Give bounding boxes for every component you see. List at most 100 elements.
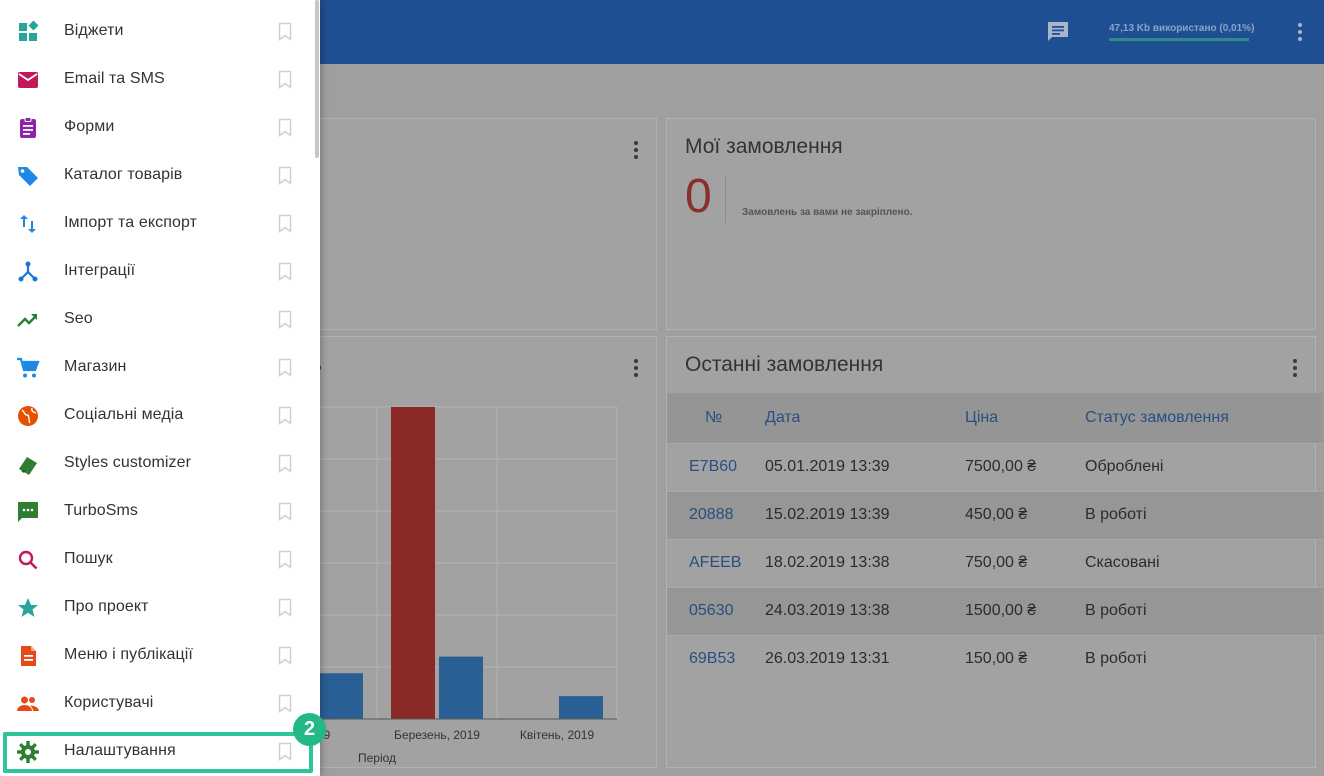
divider bbox=[725, 175, 726, 223]
chart-bar[interactable] bbox=[439, 656, 483, 719]
chart-bar[interactable] bbox=[319, 673, 363, 719]
drawer-item-tag[interactable]: Каталог товарів bbox=[0, 152, 314, 200]
drawer-item-label: Каталог товарів bbox=[64, 166, 183, 183]
drawer-item-label: Email та SMS bbox=[64, 70, 165, 87]
paint-icon bbox=[19, 457, 37, 475]
chart-card: ь 2019Березень, 2019Квітень, 2019Період bbox=[300, 336, 657, 768]
drawer-item-label: TurboSms bbox=[64, 502, 139, 519]
drawer-item-cart[interactable]: Магазин bbox=[0, 344, 314, 392]
column-header-number[interactable]: № bbox=[667, 393, 765, 443]
drawer-item-search[interactable]: Пошук bbox=[0, 536, 314, 584]
more-vert-icon[interactable] bbox=[1293, 22, 1307, 42]
drawer-item-paint[interactable]: Styles customizer bbox=[0, 440, 314, 488]
drawer-item-import-export[interactable]: Імпорт та експорт bbox=[0, 200, 314, 248]
search-icon bbox=[18, 550, 38, 570]
mail-icon bbox=[18, 72, 38, 88]
storage-usage-text: 47,13 Kb використано (0,01%) bbox=[1109, 23, 1255, 34]
order-status: В роботі bbox=[1085, 634, 1323, 683]
drawer-item-widgets[interactable]: Віджети bbox=[0, 8, 314, 56]
bookmark-icon[interactable] bbox=[278, 694, 292, 713]
drawer-item-label: Форми bbox=[64, 118, 115, 135]
drawer-item-integrations[interactable]: Інтеграції bbox=[0, 248, 314, 296]
tag-icon bbox=[18, 167, 38, 186]
drawer-item-mail[interactable]: Email та SMS bbox=[0, 56, 314, 104]
drawer-scrollbar[interactable] bbox=[315, 0, 319, 158]
table-row[interactable]: E7B60 05.01.2019 13:39 7500,00 ₴ Обробле… bbox=[667, 442, 1323, 491]
drawer-item-trending-up[interactable]: Seo bbox=[0, 296, 314, 344]
chart-bar[interactable] bbox=[559, 696, 603, 719]
drawer-item-label: Імпорт та експорт bbox=[64, 214, 198, 231]
tutorial-highlight bbox=[3, 732, 313, 773]
bookmark-icon[interactable] bbox=[278, 502, 292, 521]
order-number[interactable]: 69B53 bbox=[667, 634, 765, 683]
drawer-item-label: Seo bbox=[64, 310, 93, 327]
clipboard-icon bbox=[20, 117, 36, 138]
bookmark-icon[interactable] bbox=[278, 70, 292, 89]
bookmark-icon[interactable] bbox=[278, 646, 292, 665]
message-icon[interactable] bbox=[1046, 21, 1070, 43]
drawer-item-label: Користувачі bbox=[64, 694, 154, 711]
bookmark-icon[interactable] bbox=[278, 310, 292, 329]
my-orders-note: Замовлень за вами не закріплено. bbox=[742, 207, 913, 218]
bookmark-icon[interactable] bbox=[278, 166, 292, 185]
order-number[interactable]: AFEEB bbox=[667, 538, 765, 587]
my-orders-title: Мої замовлення bbox=[685, 135, 843, 158]
chart-tick-label: Квітень, 2019 bbox=[520, 728, 595, 742]
drawer-item-label: Віджети bbox=[64, 22, 124, 39]
chart-bar[interactable] bbox=[391, 407, 435, 719]
order-number[interactable]: 20888 bbox=[667, 490, 765, 539]
my-orders-card: Мої замовлення 0 Замовлень за вами не за… bbox=[666, 118, 1316, 330]
bookmark-icon[interactable] bbox=[278, 22, 292, 41]
table-row[interactable]: AFEEB 18.02.2019 13:38 750,00 ₴ Скасован… bbox=[667, 538, 1323, 587]
drawer-item-clipboard[interactable]: Форми bbox=[0, 104, 314, 152]
chart-x-axis-label: Період bbox=[358, 751, 396, 765]
column-header-price[interactable]: Ціна bbox=[965, 393, 1085, 443]
drawer-item-globe[interactable]: Соціальні медіа bbox=[0, 392, 314, 440]
order-price: 750,00 ₴ bbox=[965, 538, 1085, 587]
bookmark-icon[interactable] bbox=[278, 262, 292, 281]
bookmark-icon[interactable] bbox=[278, 598, 292, 617]
table-row[interactable]: 69B53 26.03.2019 13:31 150,00 ₴ В роботі bbox=[667, 634, 1323, 683]
bookmark-icon[interactable] bbox=[278, 454, 292, 473]
table-row[interactable]: 20888 15.02.2019 13:39 450,00 ₴ В роботі bbox=[667, 490, 1323, 539]
users-icon bbox=[17, 696, 39, 711]
bookmark-icon[interactable] bbox=[278, 214, 292, 233]
table-row[interactable]: 05630 24.03.2019 13:38 1500,00 ₴ В робот… bbox=[667, 586, 1323, 635]
cart-icon bbox=[17, 357, 40, 378]
trending-up-icon bbox=[17, 314, 37, 327]
navigation-drawer: Віджети Email та SMS Форми Каталог товарів І… bbox=[0, 0, 320, 776]
order-status: В роботі bbox=[1085, 490, 1323, 539]
drawer-item-label: Про проект bbox=[64, 598, 149, 615]
tutorial-step-badge: 2 bbox=[293, 713, 326, 746]
bar-chart: 2019Березень, 2019Квітень, 2019Період bbox=[301, 406, 618, 765]
table-header-row: № Дата Ціна Статус замовлення bbox=[667, 393, 1323, 443]
order-date: 26.03.2019 13:31 bbox=[765, 634, 965, 683]
drawer-item-sms[interactable]: TurboSms bbox=[0, 488, 314, 536]
drawer-item-star[interactable]: Про проект bbox=[0, 584, 314, 632]
drawer-item-label: Меню і публікації bbox=[64, 646, 193, 663]
drawer-item-document[interactable]: Меню і публікації bbox=[0, 632, 314, 680]
recent-orders-table: № Дата Ціна Статус замовлення E7B60 05.0… bbox=[667, 393, 1323, 683]
bookmark-icon[interactable] bbox=[278, 550, 292, 569]
drawer-item-label: Магазин bbox=[64, 358, 127, 375]
order-price: 7500,00 ₴ bbox=[965, 442, 1085, 491]
order-date: 05.01.2019 13:39 bbox=[765, 442, 965, 491]
column-header-status[interactable]: Статус замовлення bbox=[1085, 393, 1323, 443]
drawer-item-label: Пошук bbox=[64, 550, 113, 567]
order-price: 150,00 ₴ bbox=[965, 634, 1085, 683]
import-export-icon bbox=[20, 215, 36, 233]
card-menu-icon[interactable] bbox=[1293, 359, 1299, 380]
bookmark-icon[interactable] bbox=[278, 358, 292, 377]
order-date: 18.02.2019 13:38 bbox=[765, 538, 965, 587]
order-status: Скасовані bbox=[1085, 538, 1323, 587]
drawer-item-users[interactable]: Користувачі bbox=[0, 680, 314, 728]
recent-orders-title: Останні замовлення bbox=[685, 353, 884, 376]
bookmark-icon[interactable] bbox=[278, 118, 292, 137]
order-number[interactable]: 05630 bbox=[667, 586, 765, 635]
bookmark-icon[interactable] bbox=[278, 406, 292, 425]
document-icon bbox=[21, 646, 36, 666]
order-number[interactable]: E7B60 bbox=[667, 442, 765, 491]
column-header-date[interactable]: Дата bbox=[765, 393, 965, 443]
card-menu-icon[interactable] bbox=[634, 141, 640, 162]
drawer-item-label: Соціальні медіа bbox=[64, 406, 184, 423]
